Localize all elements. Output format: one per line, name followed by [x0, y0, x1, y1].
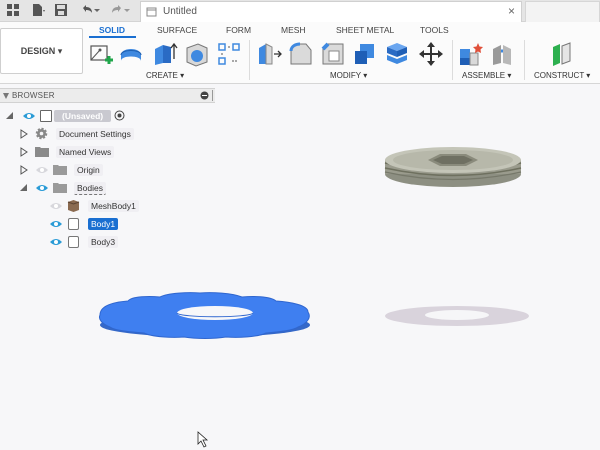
move-icon[interactable]: [418, 41, 444, 67]
file-menu-icon[interactable]: [31, 3, 45, 17]
fillet-icon[interactable]: [288, 41, 314, 67]
mesh-washer-body[interactable]: [384, 147, 522, 187]
pattern-icon[interactable]: [216, 41, 242, 67]
eye-hidden-icon[interactable]: [35, 165, 49, 175]
offset-plane-icon[interactable]: [550, 41, 576, 67]
3d-canvas[interactable]: [0, 88, 600, 450]
tree-item-named-views[interactable]: Named Views: [56, 146, 115, 158]
component-icon: [40, 110, 52, 122]
construct-group-label[interactable]: CONSTRUCT ▾: [534, 71, 590, 80]
joint-icon[interactable]: [490, 41, 516, 67]
blue-scalloped-disc-body[interactable]: [99, 292, 310, 339]
body-icon: [68, 236, 79, 248]
revolve-icon[interactable]: [184, 41, 210, 67]
redo-dropdown-icon[interactable]: [123, 3, 131, 17]
inactive-tab[interactable]: [525, 1, 600, 22]
tab-solid[interactable]: SOLID: [99, 25, 125, 35]
press-pull-icon[interactable]: [256, 41, 282, 67]
tree-item-bodies[interactable]: Bodies: [74, 181, 106, 195]
gear-icon: [35, 127, 48, 140]
washer-shadow: [385, 306, 529, 326]
active-tab-underline: [89, 36, 136, 38]
folder-icon: [53, 165, 67, 175]
folder-icon: [35, 147, 49, 157]
document-icon: [146, 7, 157, 17]
new-component-icon[interactable]: [458, 41, 484, 67]
create-sketch-icon[interactable]: [88, 41, 114, 67]
expanded-triangle-icon[interactable]: [19, 183, 29, 193]
eye-hidden-icon[interactable]: [49, 201, 63, 211]
collapsed-triangle-icon[interactable]: [19, 129, 29, 139]
ribbon-toolbar: DESIGN ▾ SOLID SURFACE FORM MESH SHEET M…: [0, 22, 600, 84]
eye-icon[interactable]: [49, 237, 63, 247]
tab-mesh[interactable]: MESH: [281, 25, 306, 35]
tree-item-body3[interactable]: Body3: [88, 236, 119, 248]
modify-group-label[interactable]: MODIFY ▾: [330, 71, 367, 80]
collapsed-triangle-icon[interactable]: [19, 147, 29, 157]
eye-icon[interactable]: [49, 219, 63, 229]
document-tab[interactable]: Untitled ×: [140, 1, 522, 22]
minimize-panel-icon[interactable]: [200, 91, 209, 100]
create-group-label[interactable]: CREATE ▾: [146, 71, 184, 80]
tab-form[interactable]: FORM: [226, 25, 251, 35]
mesh-body-icon: [67, 200, 80, 212]
panel-resize-handle[interactable]: [212, 90, 213, 101]
assemble-group-label[interactable]: ASSEMBLE ▾: [462, 71, 511, 80]
undo-dropdown-icon[interactable]: [93, 3, 101, 17]
title-bar: Untitled ×: [0, 0, 600, 22]
tree-item-origin[interactable]: Origin: [74, 164, 103, 176]
activate-radio-icon[interactable]: [114, 110, 125, 121]
tree-item-meshbody1[interactable]: MeshBody1: [88, 200, 139, 212]
mouse-cursor-icon: [197, 431, 209, 448]
redo-icon[interactable]: [110, 3, 124, 17]
toolbar-divider: [452, 40, 453, 80]
body-icon: [68, 218, 79, 230]
toolbar-divider: [524, 40, 525, 80]
document-tab-title: Untitled: [163, 6, 197, 17]
expanded-triangle-icon[interactable]: [5, 111, 15, 121]
create-form-icon[interactable]: [118, 41, 144, 67]
workspace-switcher-button[interactable]: DESIGN ▾: [0, 28, 83, 74]
tree-item-unsaved[interactable]: (Unsaved): [54, 110, 112, 122]
extrude-icon[interactable]: [152, 41, 178, 67]
eye-icon[interactable]: [22, 111, 36, 121]
fusion-app-window: Untitled × DESIGN ▾ SOLID SURFACE FORM M…: [0, 0, 600, 450]
chamfer-icon[interactable]: [320, 41, 346, 67]
collapsed-triangle-icon[interactable]: [19, 165, 29, 175]
browser-title: BROWSER: [12, 91, 55, 100]
folder-icon: [53, 183, 67, 193]
app-grid-icon[interactable]: [6, 3, 20, 17]
tree-item-body1[interactable]: Body1: [88, 218, 119, 230]
combine-icon[interactable]: [384, 41, 410, 67]
save-icon[interactable]: [54, 3, 68, 17]
collapse-triangle-icon[interactable]: [2, 92, 10, 100]
close-tab-icon[interactable]: ×: [508, 4, 515, 18]
tree-item-document-settings[interactable]: Document Settings: [56, 128, 134, 140]
browser-panel-header: BROWSER: [0, 88, 215, 103]
tab-surface[interactable]: SURFACE: [157, 25, 197, 35]
toolbar-divider: [249, 40, 250, 80]
undo-icon[interactable]: [80, 3, 94, 17]
tab-tools[interactable]: TOOLS: [420, 25, 449, 35]
shell-icon[interactable]: [352, 41, 378, 67]
tab-sheet-metal[interactable]: SHEET METAL: [336, 25, 394, 35]
eye-icon[interactable]: [35, 183, 49, 193]
